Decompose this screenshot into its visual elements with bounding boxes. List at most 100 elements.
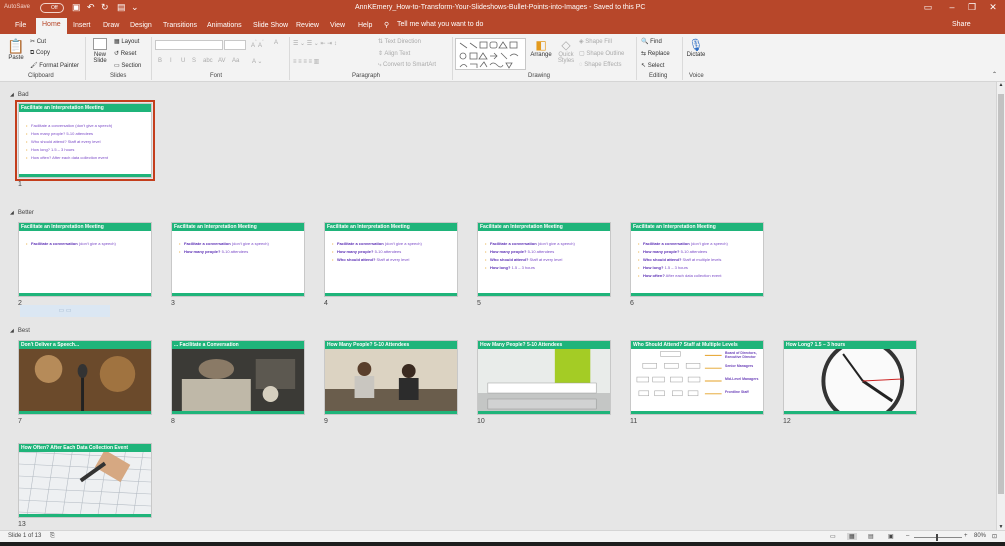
slide-bullet: Facilitate a conversation (don't give a … [332,241,422,246]
bullets-icon[interactable]: ☰ ⌄ ☰ ⌄ ⇤ ⇥ ↕ [293,40,337,47]
save-icon[interactable]: ▣ [72,3,81,12]
slide-thumbnail[interactable]: How Many People? 5-10 Attendees [477,340,611,415]
slide-sorter-view-icon[interactable]: ▦ [847,533,857,540]
paste-button[interactable]: 📋 Paste [6,38,26,61]
vertical-scrollbar[interactable]: ▲ ▼ [996,82,1005,530]
ribbon-display-icon[interactable]: ▭ [918,2,938,13]
start-from-beginning-icon[interactable]: ▤ [117,3,126,12]
text-direction-button[interactable]: ⇅ Text Direction [378,38,421,45]
tab-file[interactable]: File [15,20,26,31]
spelling-icon[interactable]: ⎘ [50,533,55,540]
scroll-up-icon[interactable]: ▲ [997,82,1005,88]
redo-icon[interactable]: ↻ [101,3,109,12]
customize-quick-access-icon[interactable]: ⌄ [131,3,139,12]
share-button[interactable]: Share [952,21,971,28]
tab-transitions[interactable]: Transitions [163,20,197,31]
fit-to-window-icon[interactable]: ⊡ [992,533,997,540]
replace-button[interactable]: ⇆ Replace [641,50,670,57]
minimize-icon[interactable]: – [942,2,962,12]
quick-styles-button[interactable]: ◇ Quick Styles [555,38,577,64]
new-slide-button[interactable]: New Slide [90,38,110,64]
slide-thumbnail[interactable]: How Often? After Each Data Collection Ev… [18,443,152,518]
slide-thumbnail[interactable]: How Long? 1.5 – 3 hours [783,340,917,415]
dictate-button[interactable]: 🎙 Dictate [685,38,707,58]
alignment-icons[interactable]: ≡ ≡ ≡ ≡ ▥ [293,58,319,65]
slide-bullet: Who should attend? Staff at every level [26,139,100,144]
collapse-ribbon-icon[interactable]: ⌃ [992,71,997,78]
cut-button[interactable]: ✂ Cut [30,38,46,45]
strikethrough-button[interactable]: S [192,58,196,64]
close-icon[interactable]: ✕ [983,2,1003,13]
slide-thumbnail[interactable]: Who Should Attend? Staff at Multiple Lev… [630,340,764,415]
zoom-in-icon[interactable]: + [964,533,968,539]
section-header-best[interactable]: ◢ Best [10,328,30,334]
font-family-select[interactable] [155,40,223,50]
font-color-icon[interactable]: A ⌄ [252,58,262,65]
clear-formatting-icon[interactable]: A [274,40,278,46]
select-button[interactable]: ↖ Select [641,62,664,69]
reset-button[interactable]: ↺ Reset [114,50,136,57]
tab-animations[interactable]: Animations [207,20,242,31]
format-painter-button[interactable]: 🖌 Format Painter [30,62,79,69]
italic-button[interactable]: I [170,58,172,64]
tab-review[interactable]: Review [296,20,319,31]
slide-thumbnail[interactable]: Don't Deliver a Speech... [18,340,152,415]
bold-button[interactable]: B [158,58,162,64]
slide-thumbnail[interactable]: Facilitate an Interpretation Meeting Faci… [171,222,305,297]
zoom-slider-thumb[interactable] [936,534,938,541]
tab-slide-show[interactable]: Slide Show [253,20,288,31]
section-header-bad[interactable]: ◢ Bad [10,92,29,98]
tab-design[interactable]: Design [130,20,152,31]
slide-title: How Many People? 5-10 Attendees [478,341,610,349]
scroll-thumb[interactable] [998,94,1004,494]
slide-thumbnail[interactable]: Facilitate an Interpretation Meeting Faci… [477,222,611,297]
tab-view[interactable]: View [330,20,345,31]
autosave-toggle[interactable]: Off [40,3,64,13]
restore-icon[interactable]: ❐ [962,2,982,13]
shapes-gallery-icons [459,41,519,69]
shape-outline-button[interactable]: ▢ Shape Outline [579,50,624,57]
zoom-level[interactable]: 80% [974,533,986,539]
section-header-better[interactable]: ◢ Better [10,210,34,216]
slide-number: 1 [18,181,22,188]
tab-home[interactable]: Home [36,18,67,34]
slideshow-view-icon[interactable]: ▣ [888,533,894,540]
change-case-button[interactable]: Aa [232,58,239,64]
layout-button[interactable]: ▦ Layout [114,38,139,45]
tab-insert[interactable]: Insert [73,20,91,31]
find-button[interactable]: 🔍 Find [641,38,662,45]
underline-button[interactable]: U [181,58,185,64]
align-text-button[interactable]: ⇕ Align Text [378,50,410,57]
reading-view-icon[interactable]: ▤ [868,533,874,540]
slide-thumbnail[interactable]: Facilitate an Interpretation Meeting Faci… [324,222,458,297]
tab-draw[interactable]: Draw [103,20,119,31]
slide-thumbnail[interactable]: Facilitate an Interpretation Meeting Faci… [630,222,764,297]
slide-bullet: How long? 1.5 – 3 hours [26,147,74,152]
slide-thumbnail[interactable]: Facilitate an Interpretation Meeting Faci… [18,222,152,297]
slide-thumbnail[interactable]: ... Facilitate a Conversation [171,340,305,415]
section-button[interactable]: ▭ Section [114,62,141,69]
copy-button[interactable]: ⧉ Copy [30,50,50,57]
bullet-text: 5-10 attendees [679,249,708,254]
slide-thumbnail[interactable]: How Many People? 5-10 Attendees [324,340,458,415]
undo-icon[interactable]: ↶ [87,3,95,12]
zoom-slider[interactable] [914,537,962,538]
text-shadow-button[interactable]: abc [203,58,213,64]
tab-help[interactable]: Help [358,20,372,31]
shapes-gallery[interactable] [455,38,526,70]
font-size-select[interactable] [224,40,246,50]
zoom-out-icon[interactable]: – [906,533,909,539]
slide-thumbnail[interactable]: Facilitate an Interpretation Meeting Faci… [15,100,155,181]
divider [289,37,290,80]
shape-effects-button[interactable]: ◌ Shape Effects [579,62,621,68]
slide-footer-bar [478,293,610,296]
bullet-bold-text: How long? [643,265,664,270]
tell-me-search[interactable]: Tell me what you want to do [397,21,483,28]
shape-fill-button[interactable]: ◈ Shape Fill [579,38,612,45]
arrange-button[interactable]: ◧ Arrange [529,38,553,58]
increase-font-icon[interactable]: Aˆ Aˇ [251,40,264,49]
normal-view-icon[interactable]: ▭ [830,533,836,540]
character-spacing-button[interactable]: AV [218,58,226,64]
convert-smartart-button[interactable]: ⤷ Convert to SmartArt [378,62,436,69]
bullet-text: How often? After each data collection ev… [31,155,108,160]
